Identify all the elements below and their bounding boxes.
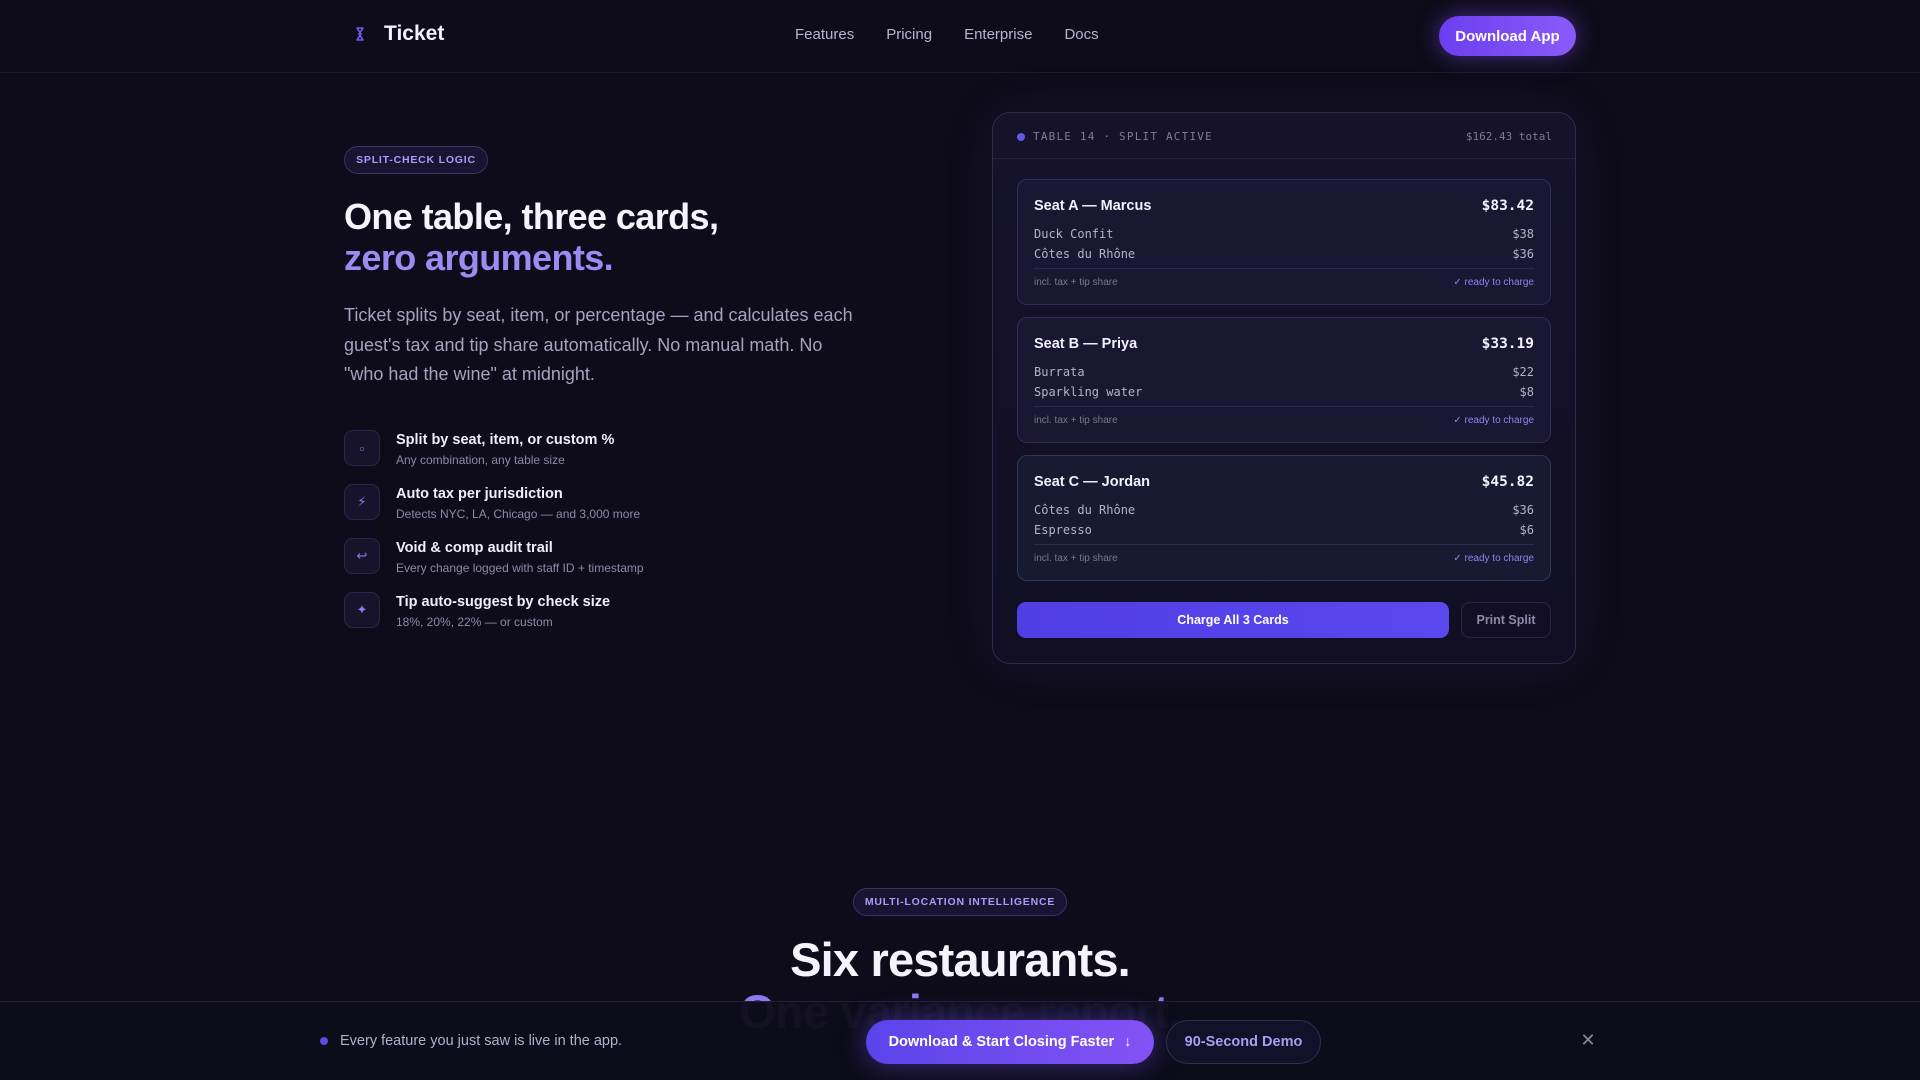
feature-list: ▫ Split by seat, item, or custom % Any c… [344,429,864,645]
seat-line-item: Côtes du Rhône $36 [1034,503,1534,521]
hero-title: One table, three cards, zero arguments. [344,196,944,278]
seat-card-c[interactable]: Seat C — Jordan $45.82 Côtes du Rhône $3… [1017,455,1551,581]
split-icon: ▫ [344,430,380,466]
hero-description: Ticket splits by seat, item, or percenta… [344,305,853,384]
cta-message: Every feature you just saw is live in th… [340,1033,623,1049]
tax-tip-note: incl. tax + tip share [1034,277,1118,288]
hero-title-line2: zero arguments. [344,237,614,278]
line-item-name: Côtes du Rhône [1034,247,1136,261]
feature-subtitle: 18%, 20%, 22% — or custom [396,615,553,629]
line-item-price: $22 [1512,365,1534,379]
tax-tip-note: incl. tax + tip share [1034,553,1118,564]
feature-item: ▫ Split by seat, item, or custom % Any c… [344,429,864,483]
seat-footer: incl. tax + tip share ✓ ready to charge [1034,406,1534,436]
download-start-label: Download & Start Closing Faster [888,1034,1115,1050]
line-item-name: Burrata [1034,365,1085,379]
multi-location-badge: MULTI-LOCATION INTELLIGENCE [853,888,1067,916]
ready-status: ✓ ready to charge [1453,415,1534,426]
top-nav: Ticket Features Pricing Enterprise Docs … [0,0,1920,73]
seat-line-item: Côtes du Rhône $36 [1034,247,1534,265]
feature-title: Void & comp audit trail [396,540,553,556]
feature-item: ✦ Tip auto-suggest by check size 18%, 20… [344,591,864,645]
line-item-name: Côtes du Rhône [1034,503,1136,517]
line-item-price: $36 [1512,247,1534,261]
ticket-logo-svg [356,27,364,41]
seat-card-b[interactable]: Seat B — Priya $33.19 Burrata $22 Sparkl… [1017,317,1551,443]
ticket-logo-icon [350,24,370,44]
print-split-button[interactable]: Print Split [1461,602,1551,638]
split-check-badge: SPLIT-CHECK LOGIC [344,146,488,174]
feature-title: Tip auto-suggest by check size [396,594,611,610]
nav-link-docs[interactable]: Docs [1064,26,1098,43]
line-item-price: $6 [1519,523,1534,537]
close-icon[interactable]: ✕ [1578,1030,1598,1052]
seat-line-item: Duck Confit $38 [1034,227,1534,245]
seat-footer: incl. tax + tip share ✓ ready to charge [1034,544,1534,574]
feature-item: ⚡ Auto tax per jurisdiction Detects NYC,… [344,483,864,537]
seat-line-item: Sparkling water $8 [1034,385,1534,403]
line-item-name: Duck Confit [1034,227,1114,241]
seat-card-a[interactable]: Seat A — Marcus $83.42 Duck Confit $38 C… [1017,179,1551,305]
arrow-down-icon: ↓ [1124,1034,1132,1050]
seat-name: Seat A — Marcus [1034,198,1152,214]
line-item-price: $8 [1519,385,1534,399]
seat-line-item: Espresso $6 [1034,523,1534,541]
undo-icon: ↩ [344,538,380,574]
table-total: $162.43 total [1465,130,1552,143]
live-dot [320,1037,328,1045]
feature-title: Auto tax per jurisdiction [396,486,563,502]
nav-link-enterprise[interactable]: Enterprise [964,26,1032,43]
nav-link-pricing[interactable]: Pricing [886,26,932,43]
sparkle-icon: ✦ [344,592,380,628]
feature-subtitle: Any combination, any table size [396,453,565,467]
section-title-line1: Six restaurants. [790,933,1131,986]
seat-amount: $83.42 [1481,198,1534,214]
nav-link-features[interactable]: Features [795,26,854,43]
feature-title: Split by seat, item, or custom % [396,432,615,448]
seat-amount: $45.82 [1481,474,1534,490]
line-item-name: Espresso [1034,523,1092,537]
split-check-panel: TABLE 14 · SPLIT ACTIVE $162.43 total Se… [992,112,1576,664]
tax-tip-note: incl. tax + tip share [1034,415,1118,426]
brand-name: Ticket [384,22,445,45]
seat-footer: incl. tax + tip share ✓ ready to charge [1034,268,1534,298]
seat-name: Seat B — Priya [1034,336,1138,352]
feature-subtitle: Detects NYC, LA, Chicago — and 3,000 mor… [396,507,641,521]
brand[interactable]: Ticket [350,22,444,46]
hero-title-line1: One table, three cards, [344,196,719,237]
lightning-icon: ⚡ [344,484,380,520]
sticky-cta-bar: Every feature you just saw is live in th… [0,1001,1920,1080]
line-item-price: $38 [1512,227,1534,241]
charge-all-cards-button[interactable]: Charge All 3 Cards [1017,602,1449,638]
download-start-button[interactable]: Download & Start Closing Faster ↓ [866,1020,1154,1064]
seat-amount: $33.19 [1481,336,1534,352]
nav-links: Features Pricing Enterprise Docs [795,26,1099,43]
seat-name: Seat C — Jordan [1034,474,1151,490]
line-item-price: $36 [1512,503,1534,517]
feature-item: ↩ Void & comp audit trail Every change l… [344,537,864,591]
line-item-name: Sparkling water [1034,385,1143,399]
status-dot [1017,133,1025,141]
ready-status: ✓ ready to charge [1453,553,1534,564]
table-status-label: TABLE 14 · SPLIT ACTIVE [1033,130,1213,143]
ready-status: ✓ ready to charge [1453,277,1534,288]
feature-subtitle: Every change logged with staff ID + time… [396,561,644,575]
demo-button[interactable]: 90-Second Demo [1166,1020,1321,1064]
panel-header: TABLE 14 · SPLIT ACTIVE $162.43 total [993,113,1575,159]
seat-line-item: Burrata $22 [1034,365,1534,383]
download-app-button[interactable]: Download App [1439,16,1576,56]
